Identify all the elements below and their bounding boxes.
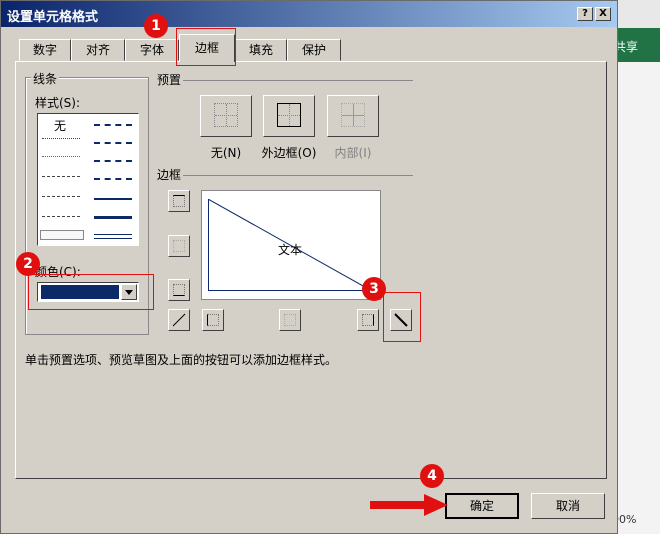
border-none-icon: [214, 103, 238, 127]
highlight-diagonal: [383, 292, 421, 342]
ok-button[interactable]: 确定: [445, 493, 519, 519]
preset-inside-button[interactable]: [327, 95, 379, 137]
style-hair[interactable]: [42, 156, 80, 157]
preset-none-button[interactable]: [200, 95, 252, 137]
preset-none-label: 无(N): [210, 146, 242, 160]
preview-text: 文本: [278, 243, 303, 257]
tab-alignment[interactable]: 对齐: [71, 39, 125, 61]
tab-number[interactable]: 数字: [19, 39, 71, 61]
border-outline-icon: [277, 103, 301, 127]
border-inside-horizontal-button[interactable]: [168, 235, 190, 257]
border-inside-icon: [341, 103, 365, 127]
border-inside-vertical-icon: [284, 314, 296, 326]
tab-font[interactable]: 字体: [125, 39, 179, 61]
border-bottom-button[interactable]: [168, 279, 190, 301]
hint-text: 单击预置选项、预览草图及上面的按钮可以添加边框样式。: [25, 353, 338, 367]
border-right-icon: [362, 314, 374, 326]
highlight-color: [28, 274, 154, 310]
tab-border[interactable]: 边框: [179, 34, 235, 62]
style-dotted[interactable]: [42, 138, 80, 139]
border-top-icon: [173, 195, 185, 207]
marker-4: 4: [420, 464, 444, 488]
border-inside-horizontal-icon: [173, 240, 185, 252]
tab-fill[interactable]: 填充: [235, 39, 287, 61]
style-medium-dashed[interactable]: [94, 178, 132, 180]
style-dash-dot-dot[interactable]: [42, 176, 80, 177]
border-group-title: 边框: [155, 166, 184, 183]
style-medium-dash-dot-dot[interactable]: [94, 124, 132, 126]
preset-outline-label: 外边框(O): [261, 146, 317, 160]
style-thick[interactable]: [94, 216, 132, 219]
border-right-button[interactable]: [357, 309, 379, 331]
border-left-button[interactable]: [202, 309, 224, 331]
style-medium-dash-dot[interactable]: [94, 160, 132, 162]
line-group-title: 线条: [31, 70, 60, 87]
preset-outline-button[interactable]: [263, 95, 315, 137]
style-dash-dot[interactable]: [42, 196, 80, 197]
border-diagonal-up-button[interactable]: [168, 309, 190, 331]
marker-2: 2: [16, 252, 40, 276]
preset-group-title: 预置: [155, 71, 184, 88]
style-thin-selected[interactable]: [40, 230, 84, 240]
border-divider: [157, 175, 413, 176]
line-style-list[interactable]: 无: [37, 113, 139, 246]
cancel-button[interactable]: 取消: [531, 493, 605, 519]
border-inside-vertical-button[interactable]: [279, 309, 301, 331]
marker-1: 1: [144, 14, 168, 38]
style-medium[interactable]: [94, 198, 132, 200]
format-cells-dialog: 设置单元格格式 ? X 数字 对齐 字体 边框 填充 保护 线条 样式(S): …: [0, 0, 618, 534]
border-top-button[interactable]: [168, 190, 190, 212]
border-preview[interactable]: 文本: [201, 190, 381, 300]
border-left-icon: [207, 314, 219, 326]
tab-protection[interactable]: 保护: [287, 39, 341, 61]
red-arrow-icon: [370, 494, 448, 516]
border-bottom-icon: [173, 284, 185, 296]
close-button[interactable]: X: [595, 7, 611, 21]
marker-3: 3: [362, 277, 386, 301]
style-none-label: 无: [54, 119, 67, 133]
preset-inside-label: 内部(I): [334, 146, 372, 160]
preset-divider: [157, 80, 413, 81]
style-slant-dash-dot[interactable]: [94, 142, 132, 144]
diagonal-up-icon: [172, 313, 186, 327]
dialog-title: 设置单元格格式: [7, 10, 99, 25]
style-label: 样式(S):: [35, 96, 81, 110]
style-dashed[interactable]: [42, 216, 80, 217]
help-button[interactable]: ?: [577, 7, 593, 21]
style-double[interactable]: [94, 234, 132, 239]
